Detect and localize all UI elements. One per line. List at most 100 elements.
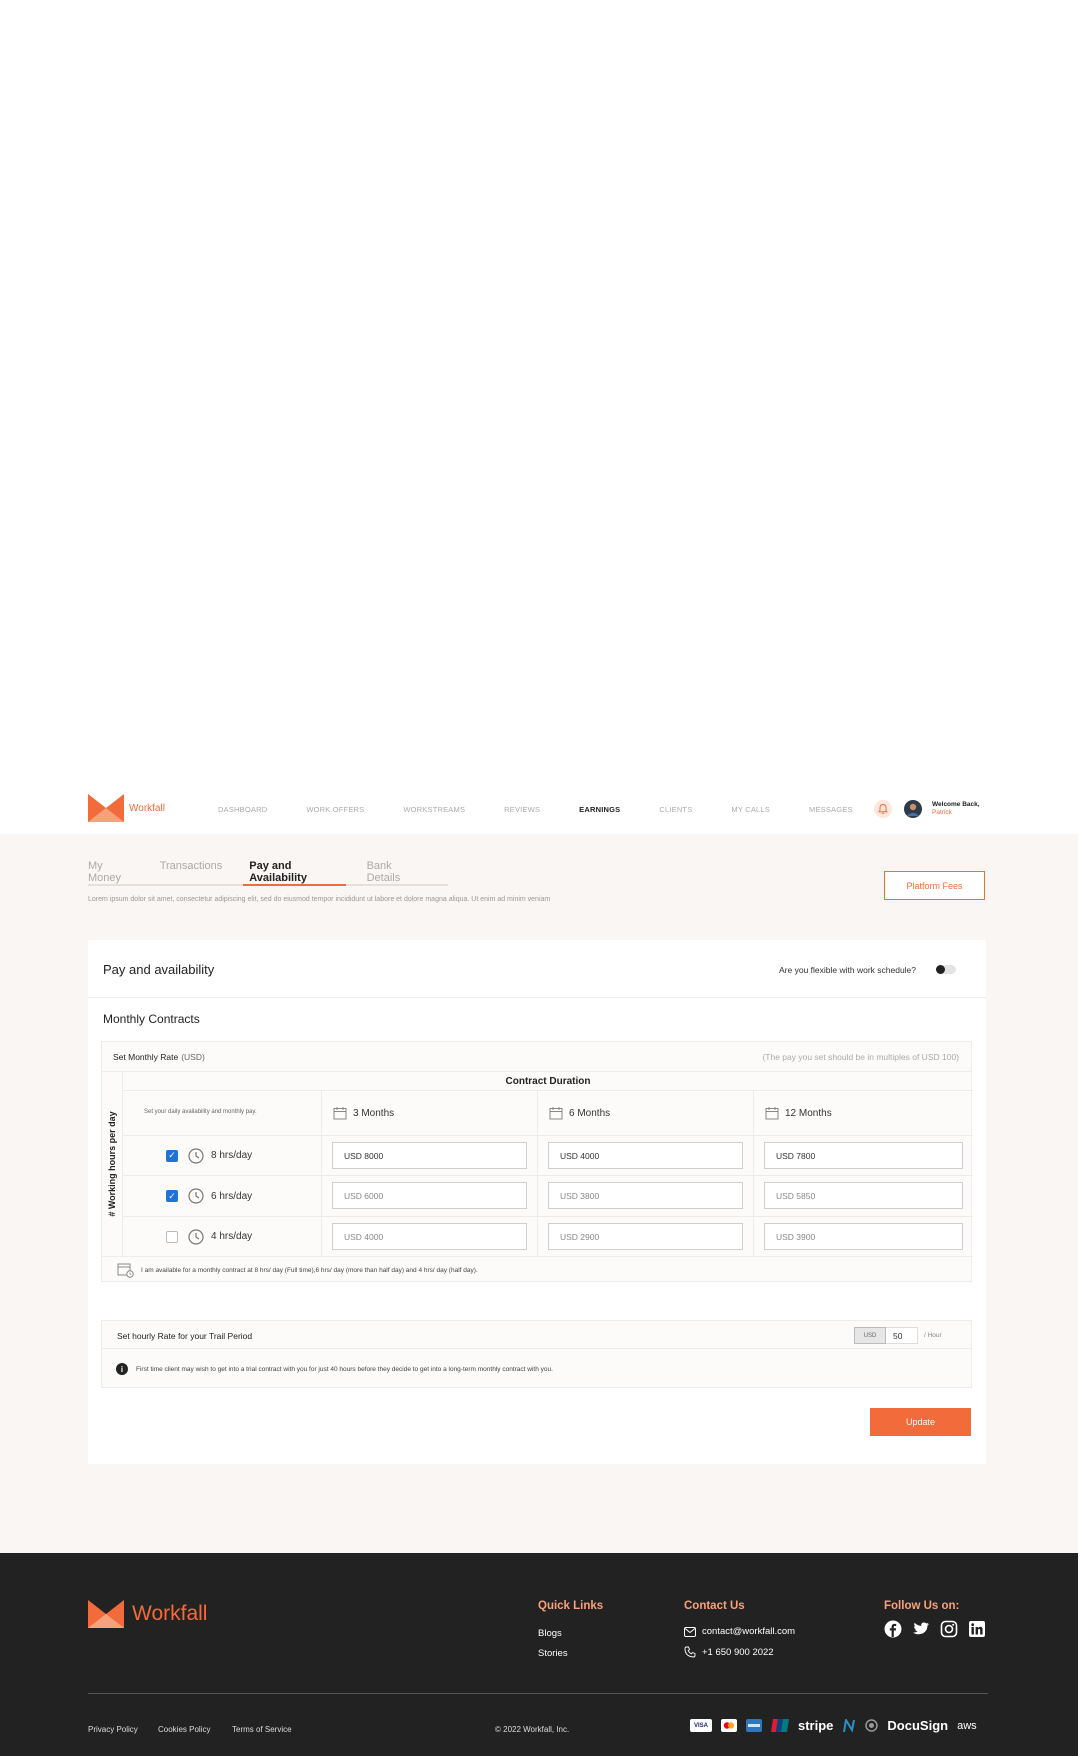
linkedin-icon[interactable] (968, 1620, 986, 1638)
nav-workstreams[interactable]: WORKSTREAMS (403, 805, 465, 814)
hourly-rate-input[interactable]: 50 (886, 1327, 918, 1344)
amex-icon (746, 1719, 762, 1732)
nav-dashboard[interactable]: DASHBOARD (218, 805, 267, 814)
checkbox-6-hrs[interactable]: ✓ (166, 1190, 178, 1202)
avatar (904, 800, 922, 818)
workfall-logo-icon (88, 1600, 124, 1628)
calendar-icon (765, 1107, 779, 1120)
monthly-contracts-title: Monthly Contracts (103, 1012, 200, 1026)
docusign-logo: DocuSign (887, 1718, 949, 1733)
partner-logos: VISA stripe DocuSign aws (690, 1718, 986, 1733)
checkbox-4-hrs[interactable] (166, 1230, 178, 1243)
workfall-logo[interactable]: Workfall (88, 794, 165, 822)
rate-input-4hrs-3m[interactable]: USD 4000 (332, 1223, 527, 1250)
instagram-icon[interactable] (940, 1620, 958, 1638)
contact-phone[interactable]: +1 650 900 2022 (684, 1646, 774, 1658)
nav-work-offers[interactable]: WORK OFFERS (306, 805, 364, 814)
visa-logo: VISA (690, 1719, 712, 1732)
nav-my-calls[interactable]: MY CALLS (731, 805, 770, 814)
rate-input-8hrs-12m[interactable]: USD 7800 (764, 1142, 963, 1169)
aws-logo: aws (957, 1719, 977, 1732)
contact-email-text: contact@workfall.com (702, 1626, 796, 1637)
clock-icon (188, 1188, 204, 1204)
cookies-policy-link[interactable]: Cookies Policy (158, 1725, 210, 1734)
facebook-icon[interactable] (884, 1620, 902, 1638)
rate-input-8hrs-6m[interactable]: USD 4000 (548, 1142, 743, 1169)
rate-input-6hrs-6m[interactable]: USD 3800 (548, 1182, 743, 1209)
monthly-rate-section: Set Monthly Rate (USD) (The pay you set s… (101, 1041, 973, 1282)
update-button[interactable]: Update (870, 1408, 971, 1436)
earnings-tabs: My Money Transactions Pay and Availabili… (88, 860, 448, 886)
nav-reviews[interactable]: REVIEWS (504, 805, 540, 814)
platform-fees-button[interactable]: Platform Fees (884, 871, 985, 900)
duration-3-months: 3 Months (353, 1107, 395, 1119)
working-hours-column: # Working hours per day (102, 1072, 123, 1257)
privacy-policy-link[interactable]: Privacy Policy (88, 1725, 138, 1734)
monthly-rate-header: Set Monthly Rate (USD) (The pay you set s… (102, 1042, 971, 1072)
contact-email[interactable]: contact@workfall.com (684, 1626, 795, 1637)
nav-messages[interactable]: MESSAGES (809, 805, 853, 814)
footer-logo-text: Workfall (132, 1602, 208, 1625)
trial-rate-header: Set hourly Rate for your Trail Period US… (102, 1321, 971, 1349)
mail-icon (684, 1626, 696, 1637)
footer-logo[interactable]: Workfall (88, 1600, 207, 1628)
calendar-clock-icon (117, 1263, 134, 1278)
user-menu[interactable]: Welcome Back, Patrick (904, 800, 980, 818)
phone-icon (684, 1646, 696, 1658)
terms-of-service-link[interactable]: Terms of Service (232, 1725, 292, 1734)
twitter-icon[interactable] (912, 1620, 930, 1638)
trial-rate-label: Set hourly Rate for your Trail Period (117, 1331, 253, 1341)
nav-clients[interactable]: CLIENTS (659, 805, 692, 814)
checkbox-8-hrs[interactable]: ✓ (166, 1149, 178, 1162)
contract-duration-header: Contract Duration (123, 1072, 973, 1091)
tab-my-money[interactable]: My Money (88, 860, 133, 884)
monthly-rate-label: Set Monthly Rate (USD) (113, 1052, 205, 1062)
footer-link-stories[interactable]: Stories (538, 1648, 568, 1659)
netlify-icon (842, 1718, 856, 1733)
stripe-logo: stripe (798, 1718, 834, 1733)
rate-input-4hrs-6m[interactable]: USD 2900 (548, 1223, 743, 1250)
tab-transactions[interactable]: Transactions (160, 860, 223, 884)
info-icon: i (116, 1363, 128, 1375)
rate-grid: # Working hours per day Contract Duratio… (102, 1072, 973, 1257)
nav-earnings[interactable]: EARNINGS (579, 805, 620, 814)
mastercard-icon (721, 1719, 737, 1732)
footer-divider (88, 1693, 988, 1694)
calendar-icon (549, 1107, 563, 1120)
flexible-schedule-label: Are you flexible with work schedule? (779, 965, 917, 975)
hourly-rate-field: USD 50 / Hour (854, 1327, 942, 1344)
main-nav: DASHBOARD WORK OFFERS WORKSTREAMS REVIEW… (218, 805, 892, 814)
workfall-logo-icon (88, 794, 124, 822)
hourly-currency: USD (854, 1327, 886, 1344)
rate-row-4-hrs: 4 hrs/day USD 4000 USD 2900 USD 3900 (123, 1217, 973, 1257)
quick-links-title: Quick Links (538, 1600, 604, 1612)
calendar-icon (333, 1107, 347, 1120)
rate-row-8-hrs: ✓ 8 hrs/day USD 8000 USD 4000 USD 7800 (123, 1136, 973, 1176)
hours-label: 4 hrs/day (211, 1231, 253, 1242)
flexible-schedule-toggle[interactable] (936, 965, 956, 974)
contact-phone-text: +1 650 900 2022 (702, 1646, 774, 1658)
card-header: Pay and availability Are you flexible wi… (88, 940, 986, 998)
duration-header-row: Set your daily availability and monthly … (123, 1091, 973, 1136)
user-name: Patrick (932, 809, 952, 816)
trial-rate-section: Set hourly Rate for your Trail Period US… (101, 1320, 972, 1388)
rate-input-8hrs-3m[interactable]: USD 8000 (332, 1142, 527, 1169)
clock-icon (188, 1147, 204, 1164)
badge-icon (865, 1719, 879, 1732)
availability-note-text: I am available for a monthly contract at… (141, 1266, 478, 1274)
pay-availability-card: Pay and availability Are you flexible wi… (88, 940, 986, 1464)
rate-input-6hrs-12m[interactable]: USD 5850 (764, 1182, 963, 1209)
availability-note: I am available for a monthly contract at… (117, 1262, 478, 1278)
availability-hint: Set your daily availability and monthly … (144, 1109, 257, 1115)
tab-bank-details[interactable]: Bank Details (367, 860, 421, 884)
rate-input-6hrs-3m[interactable]: USD 6000 (332, 1182, 527, 1209)
rate-row-6-hrs: ✓ 6 hrs/day USD 6000 USD 3800 USD 5850 (123, 1176, 973, 1217)
duration-12-months: 12 Months (785, 1107, 832, 1119)
monthly-rate-note: (The pay you set should be in multiples … (762, 1052, 959, 1062)
rate-input-4hrs-12m[interactable]: USD 3900 (764, 1223, 963, 1250)
welcome-text: Welcome Back, (932, 801, 980, 808)
footer-link-blogs[interactable]: Blogs (538, 1628, 562, 1639)
unionpay-icon (771, 1719, 789, 1732)
notification-bell-icon[interactable] (874, 800, 892, 823)
tab-pay-and-availability[interactable]: Pay and Availability (243, 860, 346, 886)
